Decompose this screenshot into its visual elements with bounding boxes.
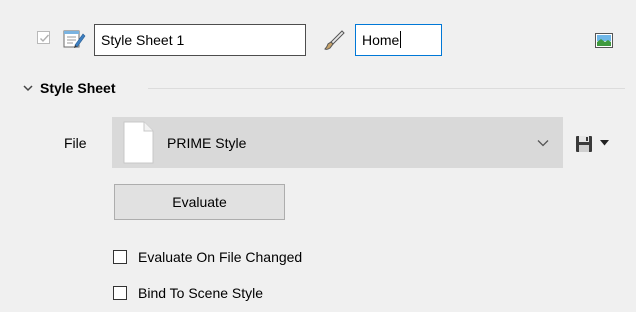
chevron-down-icon[interactable] (537, 139, 549, 147)
enabled-checkbox[interactable] (37, 31, 50, 44)
style-sheet-name-value: Style Sheet 1 (101, 32, 185, 48)
file-label: File (64, 135, 87, 151)
bind-to-scene-style-checkbox[interactable] (113, 286, 127, 300)
file-select-value: PRIME Style (167, 135, 247, 151)
save-icon[interactable] (575, 135, 593, 153)
evaluate-on-file-changed-checkbox[interactable] (113, 250, 127, 264)
bind-to-scene-style-label[interactable]: Bind To Scene Style (138, 283, 263, 303)
checkmark-icon (40, 34, 50, 43)
text-caret (400, 31, 402, 48)
section-title[interactable]: Style Sheet (40, 78, 115, 98)
scene-tag-input[interactable]: Home (355, 24, 442, 56)
dropdown-arrow-icon[interactable] (600, 140, 609, 146)
evaluate-on-file-changed-label[interactable]: Evaluate On File Changed (138, 247, 302, 267)
section-divider (148, 88, 625, 89)
brush-icon[interactable] (322, 28, 346, 52)
evaluate-button[interactable]: Evaluate (114, 184, 285, 220)
collapse-chevron-icon[interactable] (22, 82, 34, 94)
style-sheet-icon (63, 30, 86, 48)
document-icon (123, 121, 154, 164)
image-icon[interactable] (595, 33, 613, 48)
style-sheet-name-input[interactable]: Style Sheet 1 (94, 24, 306, 56)
scene-tag-value: Home (362, 32, 400, 48)
